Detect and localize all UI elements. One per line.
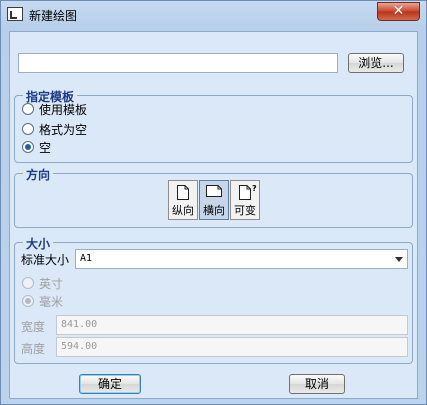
radio-icon xyxy=(22,277,34,289)
new-drawing-dialog: 新建绘图 ✕ 浏览... 指定模板 使用模板 格式为空 空 方向 纵向 横向 ?… xyxy=(0,0,427,405)
height-label: 高度 xyxy=(21,342,46,356)
standard-size-value: A1 xyxy=(80,253,93,264)
unit-label: 毫米 xyxy=(39,294,64,309)
radio-checked-icon[interactable] xyxy=(22,141,34,153)
height-input: 594.00 xyxy=(56,337,408,357)
ok-button[interactable]: 确定 xyxy=(79,374,141,394)
orientation-group-legend: 方向 xyxy=(23,166,54,183)
template-option-use-template[interactable]: 使用模板 xyxy=(22,101,87,117)
landscape-label: 横向 xyxy=(203,204,225,217)
standard-size-select[interactable]: A1 xyxy=(75,249,408,269)
size-group-legend: 大小 xyxy=(23,235,54,252)
radio-icon[interactable] xyxy=(22,123,34,135)
radio-icon[interactable] xyxy=(22,103,34,115)
unit-label: 英寸 xyxy=(39,276,64,291)
chevron-down-icon[interactable] xyxy=(395,257,403,262)
radio-checked-icon xyxy=(22,295,34,307)
template-option-label: 使用模板 xyxy=(39,102,88,117)
width-label: 宽度 xyxy=(21,320,46,334)
template-option-label: 空 xyxy=(39,140,52,155)
template-option-empty[interactable]: 空 xyxy=(22,139,51,155)
dialog-body: 浏览... 指定模板 使用模板 格式为空 空 方向 纵向 横向 ? 可变 大小 … xyxy=(9,31,418,399)
unit-option-mm: 毫米 xyxy=(22,293,63,309)
close-button[interactable]: ✕ xyxy=(377,2,420,21)
unit-option-inch: 英寸 xyxy=(22,275,63,291)
cancel-button[interactable]: 取消 xyxy=(289,374,345,394)
portrait-page-icon xyxy=(177,185,189,200)
question-mark-icon: ? xyxy=(252,184,257,193)
template-option-label: 格式为空 xyxy=(39,122,88,137)
variable-button[interactable]: ? 可变 xyxy=(230,180,260,220)
width-input: 841.00 xyxy=(56,315,408,335)
landscape-button[interactable]: 横向 xyxy=(199,180,229,220)
name-input[interactable] xyxy=(18,53,338,73)
portrait-label: 纵向 xyxy=(172,204,194,217)
title-bar[interactable]: 新建绘图 ✕ xyxy=(1,1,426,29)
portrait-button[interactable]: 纵向 xyxy=(168,180,198,220)
window-title: 新建绘图 xyxy=(29,9,78,23)
landscape-page-icon xyxy=(206,185,222,197)
variable-label: 可变 xyxy=(234,204,256,217)
app-icon xyxy=(7,7,23,21)
browse-button[interactable]: 浏览... xyxy=(348,53,404,73)
variable-page-icon xyxy=(239,185,251,200)
template-option-empty-format[interactable]: 格式为空 xyxy=(22,121,87,137)
standard-size-label: 标准大小 xyxy=(21,253,70,267)
